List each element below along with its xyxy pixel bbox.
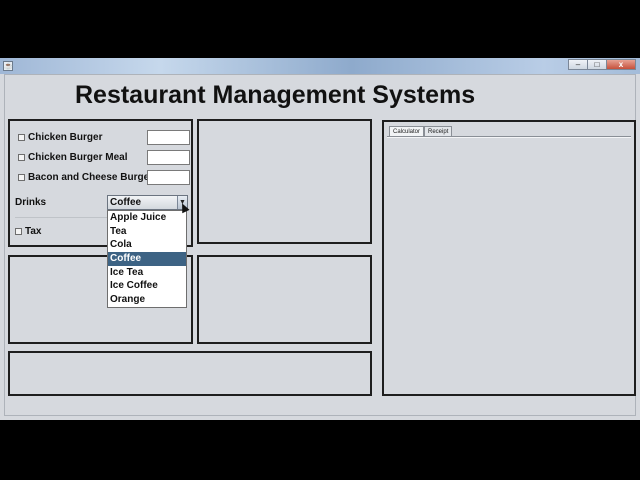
java-app-icon: ☕ [3, 61, 13, 71]
tab-content-border [387, 136, 631, 138]
menu-item-label: Chicken Burger [28, 131, 103, 143]
drinks-selected-value: Coffee [110, 197, 142, 208]
chicken-burger-qty-input[interactable] [147, 130, 190, 145]
menu-item-bacon-cheese-burger[interactable]: Bacon and Cheese Burger [18, 170, 153, 184]
drinks-label: Drinks [15, 197, 47, 208]
bacon-cheese-burger-qty-input[interactable] [147, 170, 190, 185]
drinks-select[interactable]: Coffee ▼ [107, 195, 188, 210]
chicken-burger-meal-qty-input[interactable] [147, 150, 190, 165]
menu-item-chicken-burger[interactable]: Chicken Burger [18, 130, 102, 144]
application-window: ☕ – □ x Restaurant Management Systems Ch… [0, 58, 640, 420]
drink-option[interactable]: Tea [108, 225, 186, 239]
maximize-button[interactable]: □ [587, 59, 607, 70]
window-content: Restaurant Management Systems Chicken Bu… [4, 74, 636, 416]
window-controls: – □ x [568, 59, 636, 71]
drink-option[interactable]: Apple Juice [108, 211, 186, 225]
tax-checkbox-row[interactable]: Tax [15, 224, 42, 238]
menu-item-label: Bacon and Cheese Burger [28, 171, 154, 183]
checkbox[interactable] [18, 173, 25, 181]
drink-option-selected[interactable]: Coffee [108, 252, 186, 266]
drinks-dropdown-list: Apple Juice Tea Cola Coffee Ice Tea Ice … [107, 210, 187, 308]
menu-item-chicken-burger-meal[interactable]: Chicken Burger Meal [18, 150, 127, 164]
menu-item-label: Chicken Burger Meal [28, 151, 128, 163]
drink-option[interactable]: Cola [108, 238, 186, 252]
totals-panel [197, 255, 372, 344]
checkbox[interactable] [18, 133, 25, 141]
tax-label: Tax [25, 225, 42, 237]
page-title: Restaurant Management Systems [75, 81, 476, 109]
drink-option[interactable]: Ice Coffee [108, 279, 186, 293]
drink-option[interactable]: Orange [108, 293, 186, 307]
window-titlebar[interactable]: ☕ – □ x [0, 58, 640, 74]
drink-option[interactable]: Ice Tea [108, 266, 186, 280]
tabbed-panel: Calculator Receipt [382, 120, 636, 396]
close-button[interactable]: x [606, 59, 636, 70]
buttons-panel [8, 351, 372, 396]
checkbox[interactable] [15, 227, 22, 235]
minimize-button[interactable]: – [568, 59, 588, 70]
checkbox[interactable] [18, 153, 25, 161]
cost-panel [197, 119, 372, 244]
